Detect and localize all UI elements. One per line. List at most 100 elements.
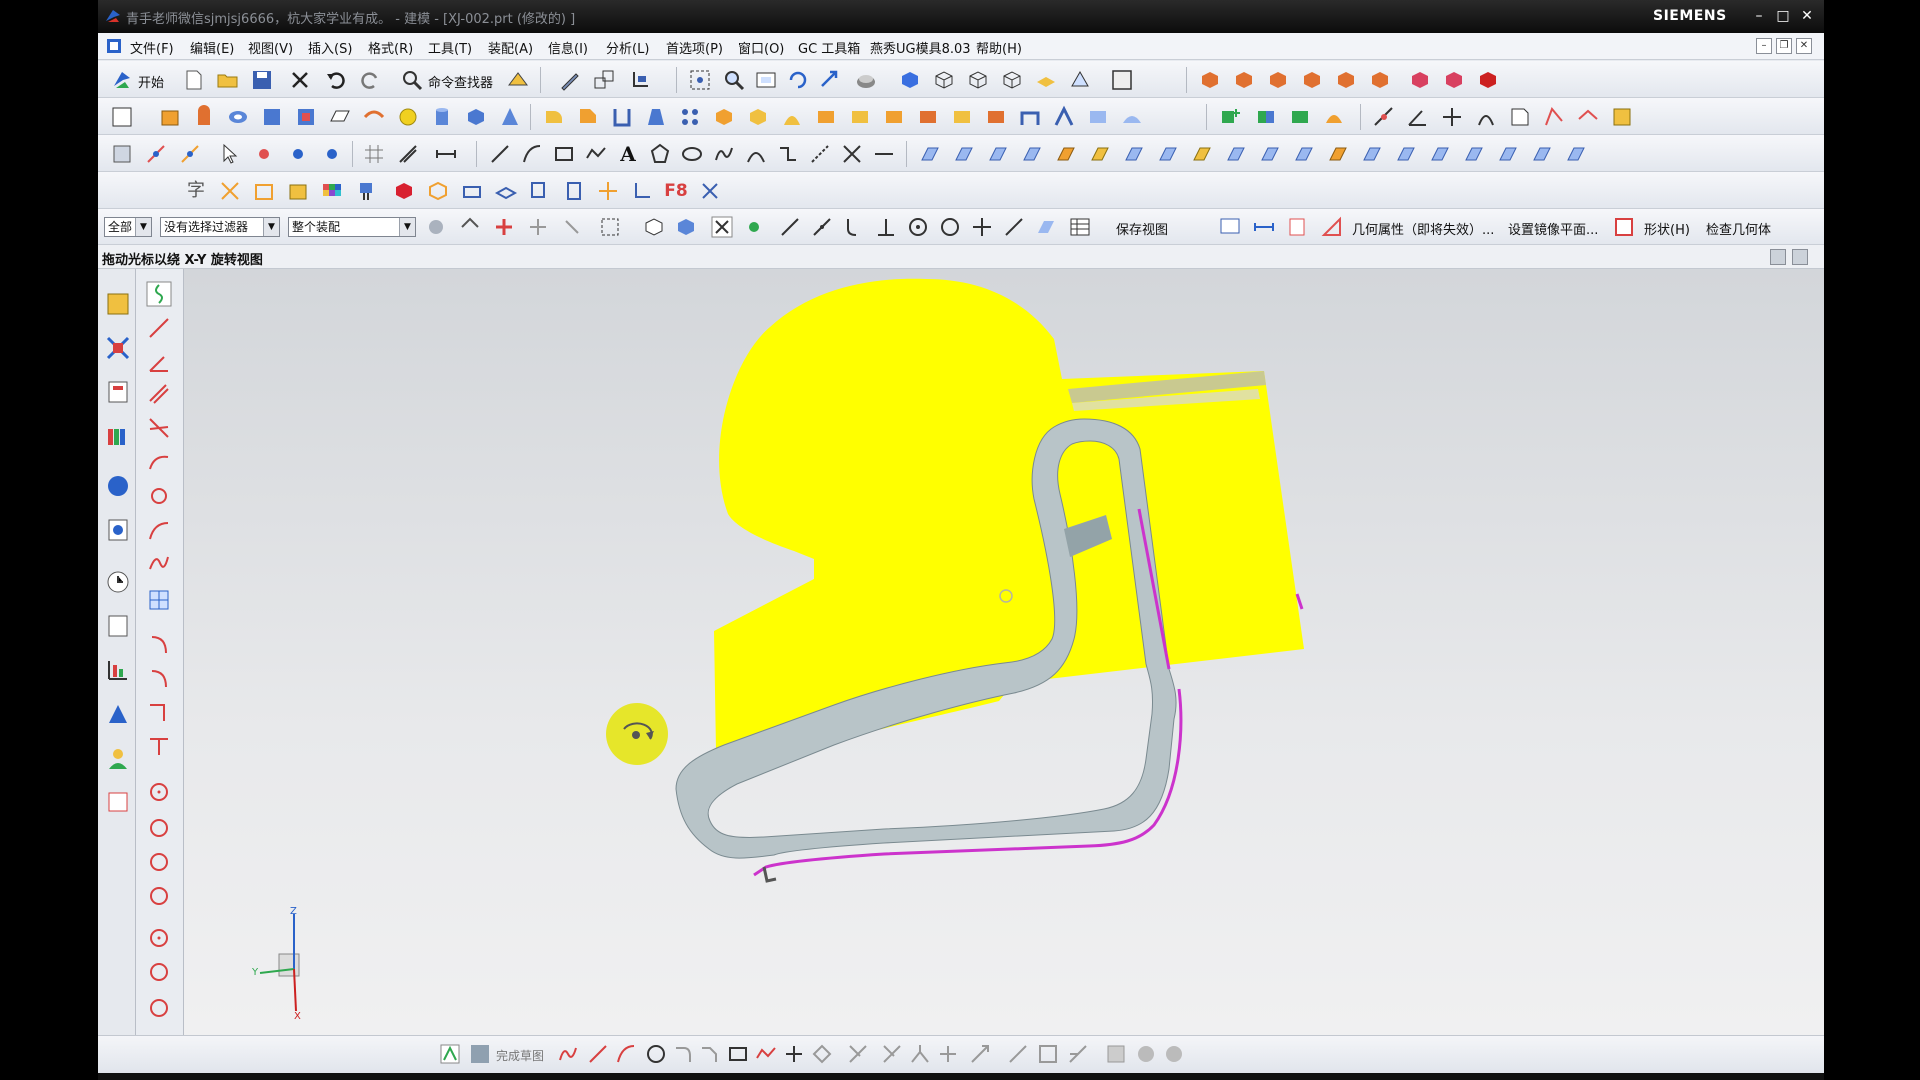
pan-icon[interactable] — [818, 68, 842, 92]
snap-point-icon[interactable] — [252, 142, 276, 166]
menu-edit[interactable]: 编辑(E) — [190, 38, 234, 57]
component-select-icon[interactable] — [642, 215, 666, 239]
auto-constraints-icon[interactable] — [1006, 1042, 1030, 1066]
surface-icon[interactable] — [1120, 105, 1144, 129]
studio-spline-tool-icon[interactable] — [754, 1042, 778, 1066]
finish-sketch-icon[interactable] — [468, 1042, 492, 1066]
move-object-icon[interactable] — [592, 68, 616, 92]
shape-menu[interactable]: 形状(H) — [1644, 219, 1690, 238]
circle-tool-icon[interactable] — [644, 1042, 668, 1066]
pattern-tool-icon[interactable] — [846, 1042, 870, 1066]
through-mesh-icon[interactable] — [986, 142, 1010, 166]
emboss-icon[interactable] — [362, 105, 386, 129]
wcs-icon[interactable] — [628, 68, 652, 92]
tree-icon[interactable] — [110, 142, 134, 166]
offset-tool-icon[interactable] — [810, 1042, 834, 1066]
menu-gc-toolbox[interactable]: GC 工具箱 — [798, 38, 860, 57]
sew-icon[interactable] — [1052, 105, 1076, 129]
show-constraints-icon[interactable] — [1036, 1042, 1060, 1066]
trimmed-sheet-icon[interactable] — [1122, 142, 1146, 166]
geometry-props-icon[interactable] — [1320, 215, 1344, 239]
grid-icon[interactable] — [362, 142, 386, 166]
global-shaping-icon[interactable] — [1394, 142, 1418, 166]
cavity-icon[interactable] — [460, 179, 484, 203]
curve-shape-icon[interactable] — [1530, 142, 1554, 166]
sketch-fillet-icon[interactable] — [146, 517, 172, 543]
through-curves-icon[interactable] — [952, 142, 976, 166]
project-curve-icon[interactable] — [808, 142, 832, 166]
match-edge-icon[interactable] — [1564, 142, 1588, 166]
f8-snap-icon[interactable]: F8 — [664, 179, 688, 203]
sketch-grid-icon[interactable] — [146, 587, 172, 613]
revolve-icon[interactable] — [192, 105, 216, 129]
close-parts-icon[interactable] — [698, 179, 722, 203]
profile-icon[interactable] — [146, 281, 172, 307]
shaded-cube-icon[interactable] — [898, 68, 922, 92]
subtract-icon[interactable] — [746, 105, 770, 129]
bounding-box-icon[interactable] — [426, 179, 450, 203]
line-tool-icon[interactable] — [586, 1042, 610, 1066]
shell-icon[interactable] — [610, 105, 634, 129]
point-tool-icon[interactable] — [144, 142, 168, 166]
arc-icon[interactable] — [520, 142, 544, 166]
check-geometry-button[interactable]: 检查几何体 — [1706, 219, 1771, 238]
web-browser-icon[interactable] — [105, 473, 131, 499]
snap-line-mid-icon[interactable] — [810, 215, 834, 239]
mold-gate-icon[interactable] — [1408, 68, 1432, 92]
menu-window[interactable]: 窗口(O) — [738, 38, 784, 57]
close-button[interactable]: ✕ — [1796, 6, 1818, 26]
menu-insert[interactable]: 插入(S) — [308, 38, 352, 57]
menu-view[interactable]: 视图(V) — [248, 38, 293, 57]
snap-curve-icon[interactable] — [842, 215, 866, 239]
snap-on-face-icon[interactable] — [1034, 215, 1058, 239]
delete-icon[interactable] — [288, 68, 312, 92]
constraint-navigator-icon[interactable] — [105, 335, 131, 361]
selection-filter-dropdown[interactable]: 没有选择过滤器 ▼ — [160, 217, 280, 237]
mold-wizard-icon[interactable] — [1198, 68, 1222, 92]
mate-icon[interactable] — [1254, 105, 1278, 129]
menu-analysis[interactable]: 分析(L) — [606, 38, 649, 57]
edit-object-icon[interactable] — [558, 68, 582, 92]
trim-body-icon[interactable] — [814, 105, 838, 129]
snap-midpoint-icon[interactable] — [742, 215, 766, 239]
crosshair-icon[interactable] — [596, 179, 620, 203]
x-form-icon[interactable] — [1428, 142, 1452, 166]
rotate-view-icon[interactable] — [786, 68, 810, 92]
finish-sketch-button[interactable]: 完成草图 — [496, 1047, 544, 1064]
chamfer-tool-icon[interactable] — [698, 1042, 722, 1066]
sketch-radius-circle-icon[interactable] — [146, 959, 172, 985]
section-view-icon[interactable] — [1508, 105, 1532, 129]
zoom-window-icon[interactable] — [754, 68, 778, 92]
type-filter-dropdown[interactable]: 全部 ▼ — [104, 217, 152, 237]
unite-icon[interactable] — [712, 105, 736, 129]
view-layout-icon[interactable] — [1218, 215, 1242, 239]
pattern-icon[interactable] — [678, 105, 702, 129]
thicken-icon[interactable] — [1190, 142, 1214, 166]
layer-visible-icon[interactable] — [1286, 215, 1310, 239]
graphics-window[interactable]: Z Y X — [184, 269, 1824, 1035]
selection-scope-dropdown[interactable]: 整个装配 ▼ — [288, 217, 416, 237]
copy-layer-icon[interactable] — [528, 179, 552, 203]
new-file-icon[interactable] — [182, 68, 206, 92]
studio-spline-icon[interactable] — [584, 142, 608, 166]
feature-select-icon[interactable] — [492, 215, 516, 239]
part-navigator-icon[interactable] — [105, 379, 131, 405]
measure-icon[interactable] — [1252, 215, 1276, 239]
add-component-icon[interactable] — [1218, 105, 1242, 129]
sheet-to-solid-icon[interactable] — [1360, 142, 1384, 166]
assembly-navigator-icon[interactable] — [105, 291, 131, 317]
top-view-icon[interactable] — [966, 68, 990, 92]
offset-face-icon[interactable] — [882, 105, 906, 129]
shape-icon[interactable] — [1612, 215, 1636, 239]
move-face-icon[interactable] — [950, 105, 974, 129]
table-icon[interactable] — [1068, 215, 1092, 239]
sketch-inscribed-circle-icon[interactable] — [146, 849, 172, 875]
sketch-trim-icon[interactable] — [146, 631, 172, 657]
draft-icon[interactable] — [644, 105, 668, 129]
mold-slider-icon[interactable] — [1300, 68, 1324, 92]
mold-report-icon[interactable] — [1476, 68, 1500, 92]
sketch-offset-icon[interactable] — [146, 733, 172, 759]
patch-icon[interactable] — [1086, 105, 1110, 129]
sketch-corner-icon[interactable] — [146, 699, 172, 725]
line-icon[interactable] — [488, 142, 512, 166]
